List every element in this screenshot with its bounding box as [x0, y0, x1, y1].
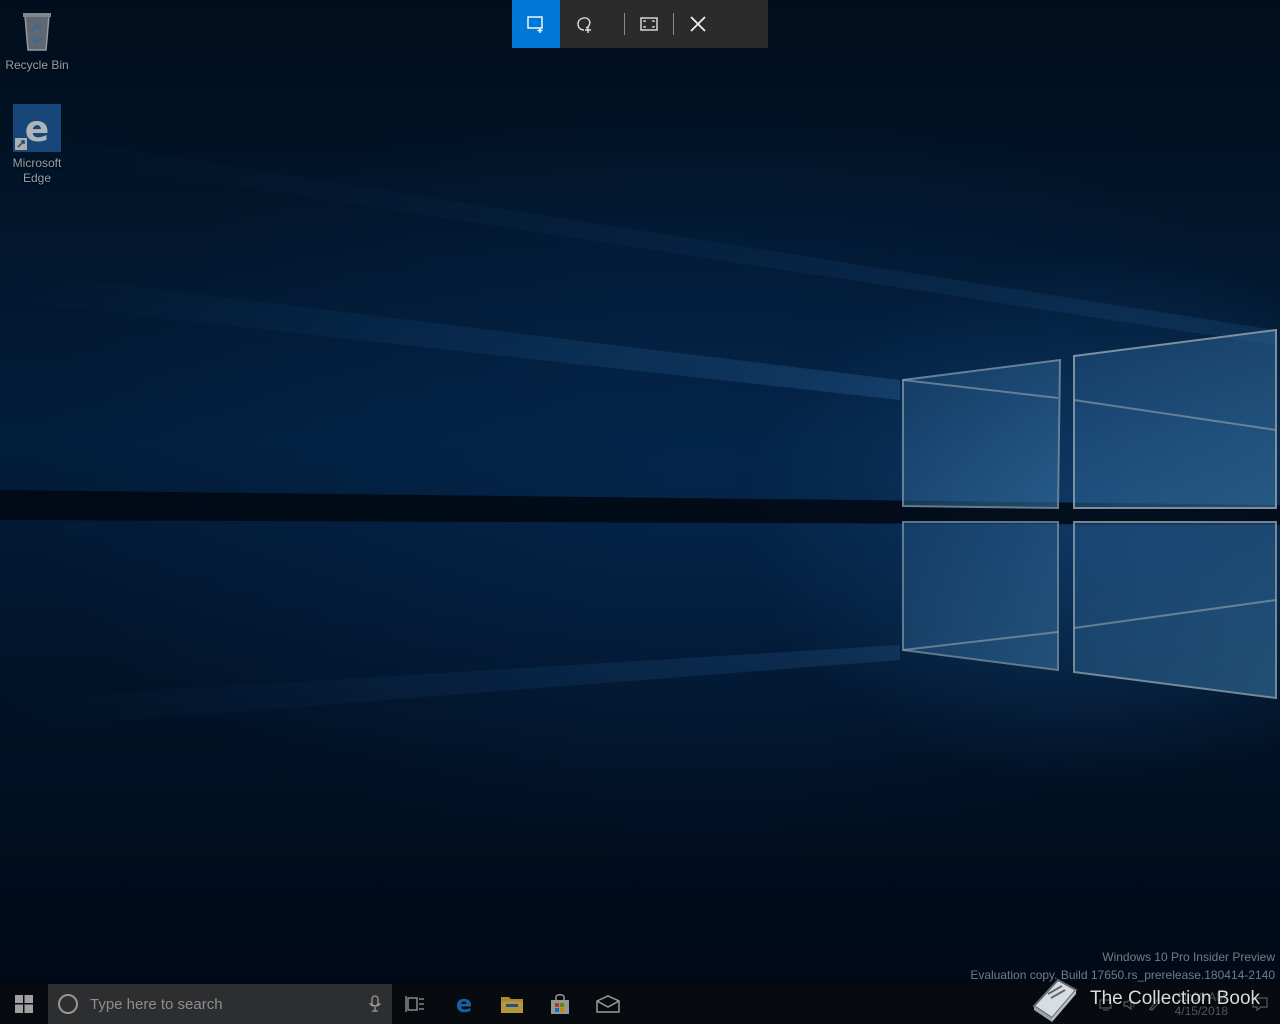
- task-view-icon: [405, 996, 424, 1012]
- snip-toolbar: [512, 0, 768, 48]
- desktop-icon-recycle-bin[interactable]: Recycle Bin: [0, 6, 74, 73]
- store-icon: [551, 994, 569, 1014]
- close-icon: [690, 16, 706, 32]
- microphone-icon[interactable]: [368, 995, 382, 1013]
- freeform-snip-icon: [577, 17, 591, 33]
- windows-logo-wallpaper: [0, 130, 1280, 730]
- desktop-icon-microsoft-edge[interactable]: e Microsoft Edge: [0, 104, 74, 186]
- recycle-bin-icon: [13, 6, 61, 54]
- brand-watermark: The Collection Book: [1028, 976, 1260, 1022]
- fullscreen-snip-icon: [640, 17, 658, 31]
- taskbar-search-box[interactable]: [48, 984, 392, 1024]
- svg-text:e: e: [25, 109, 49, 150]
- svg-text:e: e: [456, 992, 472, 1016]
- desktop-icon-label: Microsoft Edge: [12, 156, 62, 185]
- taskbar-file-explorer-button[interactable]: [488, 984, 536, 1024]
- task-view-button[interactable]: [392, 984, 440, 1024]
- watermark-line-1: Windows 10 Pro Insider Preview: [1102, 950, 1275, 964]
- book-icon: [1032, 978, 1078, 1022]
- desktop-icon-label: Recycle Bin: [5, 58, 69, 72]
- search-input[interactable]: [88, 994, 368, 1014]
- desktop-background: Recycle Bin e Microsoft Edge Windows 10 …: [0, 0, 1280, 984]
- freeform-snip-button[interactable]: [560, 0, 608, 48]
- taskbar-edge-button[interactable]: e: [440, 984, 488, 1024]
- taskbar-store-button[interactable]: [536, 984, 584, 1024]
- cortana-icon: [58, 994, 78, 1014]
- fullscreen-snip-button[interactable]: [625, 0, 673, 48]
- rectangular-snip-button[interactable]: [512, 0, 560, 48]
- close-snip-button[interactable]: [674, 0, 722, 48]
- start-button[interactable]: [0, 984, 48, 1024]
- taskbar-mail-button[interactable]: [584, 984, 632, 1024]
- edge-icon: e: [456, 992, 472, 1016]
- brand-text: The Collection Book: [1090, 988, 1261, 1009]
- windows-logo-icon: [15, 995, 33, 1013]
- mail-icon: [596, 995, 620, 1013]
- rectangular-snip-icon: [527, 16, 543, 33]
- file-explorer-icon: [501, 997, 523, 1013]
- edge-icon: e: [13, 104, 61, 152]
